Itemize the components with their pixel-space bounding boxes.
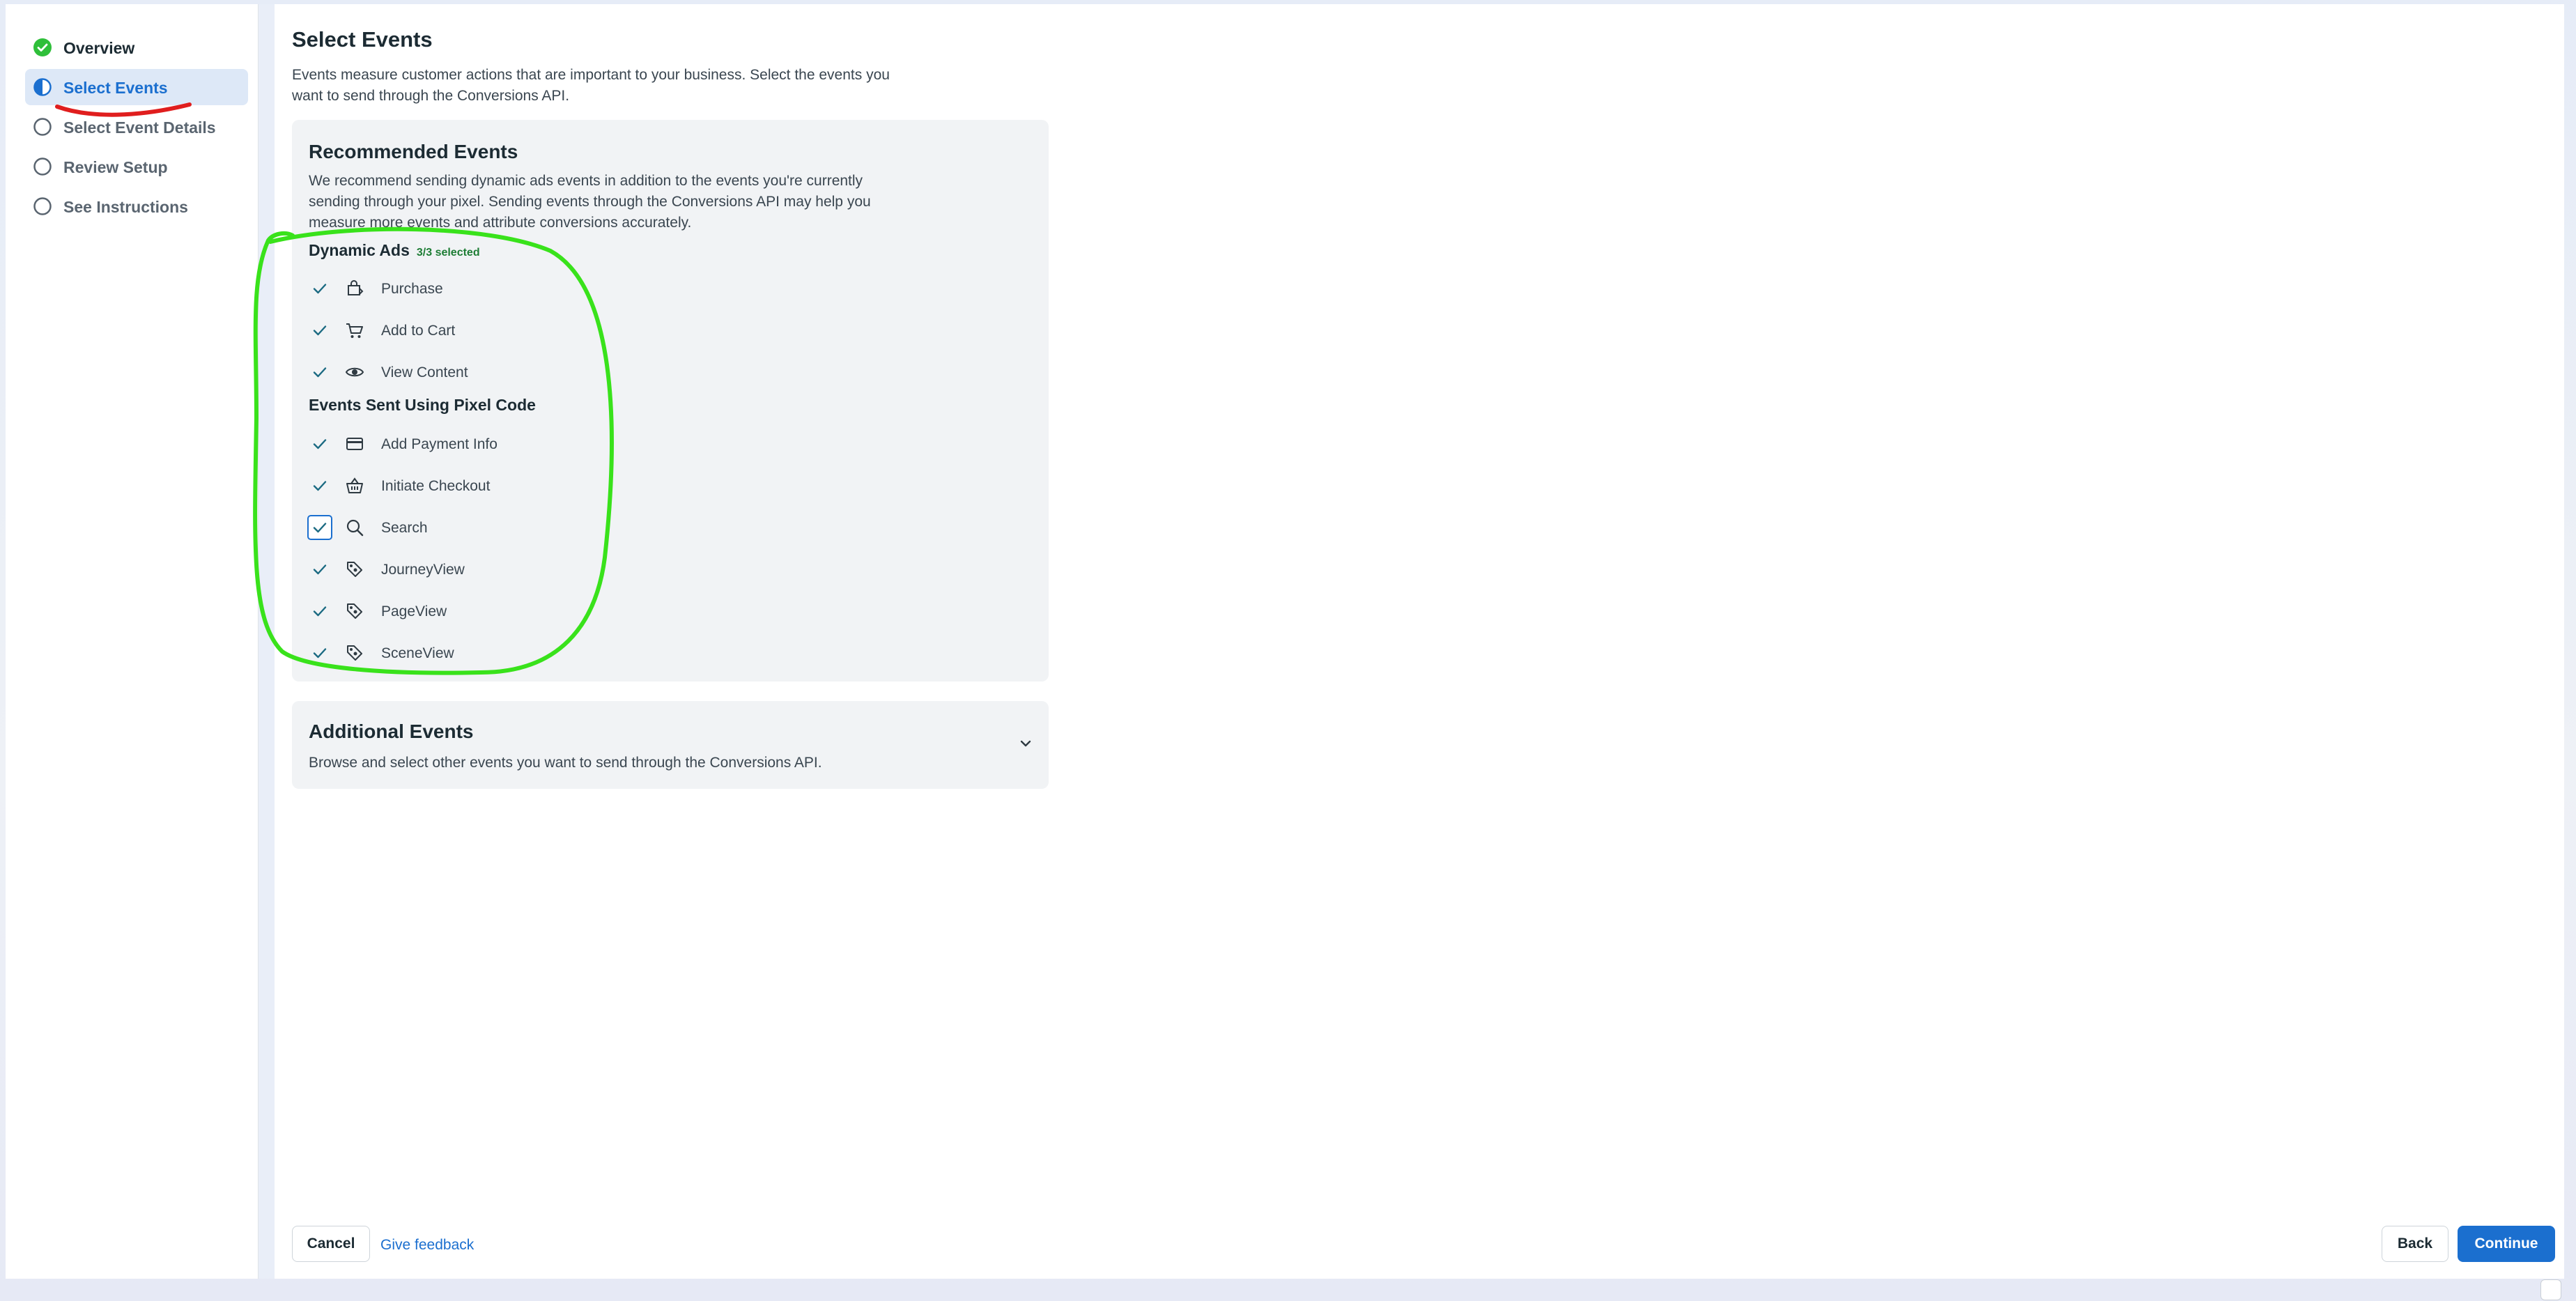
basket-icon <box>346 477 363 493</box>
event-label: Initiate Checkout <box>381 478 491 494</box>
step-see-instructions[interactable]: See Instructions <box>25 188 248 224</box>
credit-card-icon <box>346 438 363 450</box>
tag-icon <box>347 603 362 619</box>
step-overview[interactable]: Overview <box>25 29 248 66</box>
event-checkbox[interactable] <box>307 318 332 343</box>
empty-circle-icon <box>33 157 52 176</box>
event-row-purchase[interactable]: Purchase <box>307 275 725 302</box>
event-checkbox[interactable] <box>307 515 332 540</box>
event-row-journeyview[interactable]: JourneyView <box>307 555 725 583</box>
event-checkbox[interactable] <box>307 640 332 665</box>
event-label: PageView <box>381 603 447 619</box>
back-button[interactable]: Back <box>2382 1226 2448 1262</box>
main-content: Select Events Events measure customer ac… <box>275 4 2564 1279</box>
event-label: View Content <box>381 364 468 380</box>
step-label: Review Setup <box>63 158 168 176</box>
cancel-button[interactable]: Cancel <box>292 1226 370 1262</box>
event-label: Add to Cart <box>381 323 456 339</box>
additional-events-description: Browse and select other events you want … <box>309 755 822 771</box>
checkmark-icon <box>313 439 327 449</box>
event-checkbox[interactable] <box>307 431 332 456</box>
event-row-view-content[interactable]: View Content <box>307 358 725 386</box>
checkmark-icon <box>313 367 327 378</box>
page-title: Select Events <box>292 27 433 52</box>
event-row-sceneview[interactable]: SceneView <box>307 639 725 667</box>
empty-circle-icon <box>33 197 52 215</box>
give-feedback-link[interactable]: Give feedback <box>380 1237 474 1254</box>
event-checkbox[interactable] <box>307 599 332 624</box>
setup-stepper: Overview Select Events Select Event Deta… <box>6 4 259 1279</box>
checkmark-icon <box>313 606 327 617</box>
event-checkbox[interactable] <box>307 557 332 582</box>
check-circle-icon <box>33 38 52 56</box>
event-row-add-to-cart[interactable]: Add to Cart <box>307 316 725 344</box>
recommended-events-title: Recommended Events <box>309 141 518 162</box>
globe-icon[interactable] <box>2540 1279 2561 1300</box>
event-label: Add Payment Info <box>381 436 498 452</box>
sidebar-gutter <box>259 4 275 1279</box>
checkmark-icon <box>313 325 327 336</box>
event-row-add-payment-info[interactable]: Add Payment Info <box>307 430 725 458</box>
checkmark-icon <box>313 648 327 659</box>
pixel-code-events-title: Events Sent Using Pixel Code <box>309 396 536 414</box>
checkmark-icon <box>313 481 327 491</box>
event-row-search[interactable]: Search <box>307 514 725 541</box>
continue-button[interactable]: Continue <box>2458 1226 2555 1262</box>
step-label: Overview <box>63 39 135 57</box>
checkmark-icon <box>313 564 327 575</box>
eye-icon <box>345 367 364 377</box>
empty-circle-icon <box>33 118 52 136</box>
search-icon <box>346 519 364 537</box>
event-row-pageview[interactable]: PageView <box>307 597 725 625</box>
additional-events-card[interactable]: Additional Events Browse and select othe… <box>292 701 1049 789</box>
dynamic-ads-label: Dynamic Ads <box>309 241 410 259</box>
event-label: SceneView <box>381 645 454 661</box>
shopping-bag-icon <box>348 280 364 295</box>
recommended-events-description: We recommend sending dynamic ads events … <box>309 173 871 231</box>
recommended-events-card: Recommended Events We recommend sending … <box>292 120 1049 682</box>
event-label: Purchase <box>381 281 443 297</box>
cart-icon <box>346 323 363 338</box>
event-label: JourneyView <box>381 562 465 578</box>
step-label: See Instructions <box>63 198 188 216</box>
checkmark-icon <box>313 284 327 294</box>
tag-icon <box>347 562 362 577</box>
step-select-events[interactable]: Select Events <box>25 69 248 105</box>
event-row-initiate-checkout[interactable]: Initiate Checkout <box>307 472 725 500</box>
page-description: Events measure customer actions that are… <box>292 67 890 104</box>
additional-events-title: Additional Events <box>309 721 474 742</box>
chevron-down-icon[interactable] <box>1017 734 1035 753</box>
step-label: Select Event Details <box>63 118 216 137</box>
selection-count-badge: 3/3 selected <box>416 247 480 259</box>
step-label: Select Events <box>63 79 168 97</box>
step-review-setup[interactable]: Review Setup <box>25 148 248 185</box>
half-circle-icon <box>33 78 52 96</box>
event-checkbox[interactable] <box>307 473 332 498</box>
step-select-event-details[interactable]: Select Event Details <box>25 109 248 145</box>
tag-icon <box>347 645 362 661</box>
event-checkbox[interactable] <box>307 360 332 385</box>
event-label: Search <box>381 520 428 536</box>
dynamic-ads-title: Dynamic Ads 3/3 selected <box>309 241 480 260</box>
event-checkbox[interactable] <box>307 276 332 301</box>
checkmark-icon <box>313 523 327 533</box>
